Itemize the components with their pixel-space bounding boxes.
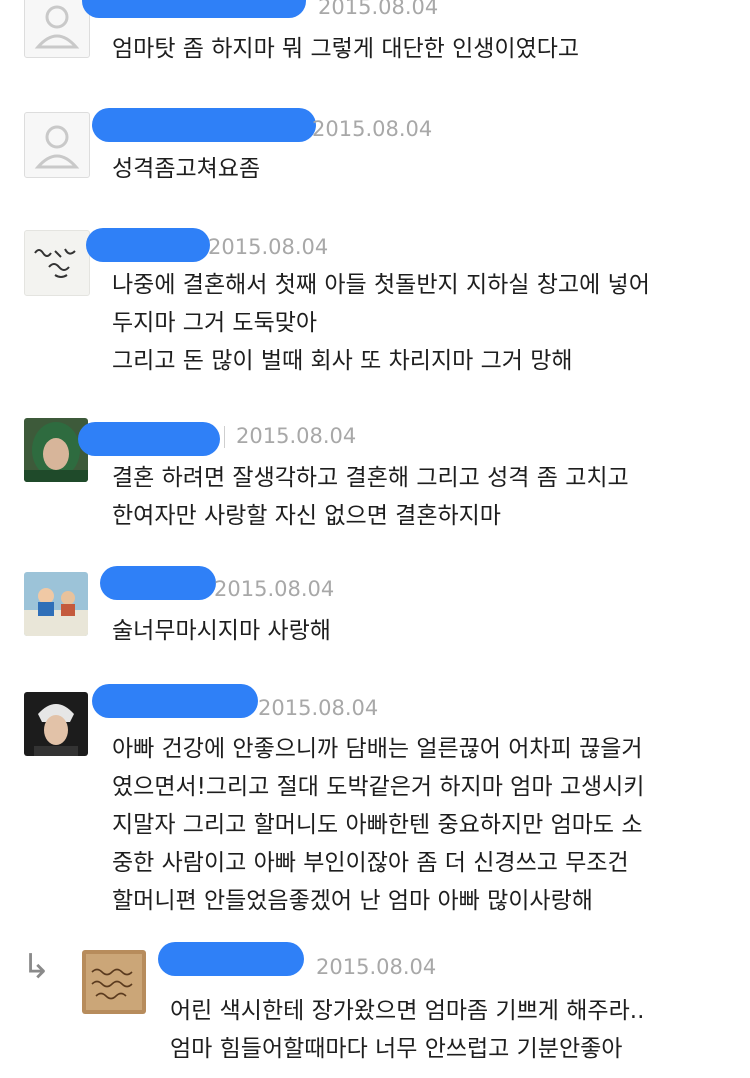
comment-date: 2015.08.04 [208, 235, 329, 259]
comment-item: 2015.08.04 아빠 건강에 안좋으니까 담배는 얼른끊어 어차피 끊을거… [0, 668, 750, 929]
comment-date: 2015.08.04 [236, 424, 357, 448]
handwriting-image-icon [34, 248, 76, 278]
redacted-username [82, 0, 306, 18]
default-avatar[interactable] [24, 112, 90, 178]
handwriting-image-icon [82, 950, 146, 1014]
green-hood-person-avatar[interactable] [24, 418, 88, 482]
default-user-icon [34, 5, 80, 49]
comment-date: 2015.08.04 [318, 0, 439, 19]
comment-text: 나중에 결혼해서 첫째 아들 첫돌반지 지하실 창고에 넣어 두지마 그거 도둑… [112, 272, 650, 374]
handwriting-avatar[interactable] [24, 230, 90, 296]
comment-text: 엄마탓 좀 하지마 뭐 그렇게 대단한 인생이였다고 [112, 36, 580, 62]
redacted-username [78, 422, 220, 456]
comment-item: 2015.08.04 성격좀고쳐요좀 [0, 88, 750, 207]
cartoon-avatar[interactable] [24, 572, 88, 636]
singer-photo-avatar[interactable] [24, 692, 88, 756]
comment-item: 2015.08.04 술너무마시지마 사랑해 [0, 550, 750, 669]
redacted-username [92, 108, 316, 142]
redacted-username [86, 228, 210, 262]
cartoon-image-icon [24, 572, 88, 636]
default-avatar[interactable] [24, 0, 90, 58]
comment-item: 2015.08.04 나중에 결혼해서 첫째 아들 첫돌반지 지하실 창고에 넣… [0, 206, 750, 397]
comment-date: 2015.08.04 [258, 696, 379, 720]
reply-arrow-icon: ↳ [22, 947, 51, 987]
comment-text: 결혼 하려면 잘생각하고 결혼해 그리고 성격 좀 고치고 한여자만 사랑할 자… [112, 465, 629, 529]
handwriting-card-avatar[interactable] [82, 950, 146, 1014]
comment-text: 어린 색시한테 장가왔으면 엄마좀 기쁘게 해주라.. 엄마 힘들어할때마다 너… [170, 998, 645, 1062]
comment-date: 2015.08.04 [312, 117, 433, 141]
redacted-username [158, 942, 304, 976]
person-photo-icon [24, 692, 88, 756]
comment-item: 2015.08.04 엄마탓 좀 하지마 뭐 그렇게 대단한 인생이였다고 [0, 0, 750, 89]
person-photo-icon [24, 418, 88, 482]
reply-comment-item: ↳ 2015.08.04 어린 색시한테 장가왔으면 엄마좀 기쁘게 해주라..… [0, 928, 750, 1078]
comment-date: 2015.08.04 [214, 577, 335, 601]
redacted-username [100, 566, 216, 600]
divider [224, 426, 225, 448]
comment-item: 2015.08.04 결혼 하려면 잘생각하고 결혼해 그리고 성격 좀 고치고… [0, 396, 750, 551]
redacted-username [92, 684, 258, 718]
comment-date: 2015.08.04 [316, 955, 437, 979]
comment-text: 아빠 건강에 안좋으니까 담배는 얼른끊어 어차피 끊을거 였으면서!그리고 절… [112, 736, 645, 914]
comment-text: 술너무마시지마 사랑해 [112, 618, 331, 644]
comment-text: 성격좀고쳐요좀 [112, 156, 261, 182]
default-user-icon [34, 125, 80, 169]
